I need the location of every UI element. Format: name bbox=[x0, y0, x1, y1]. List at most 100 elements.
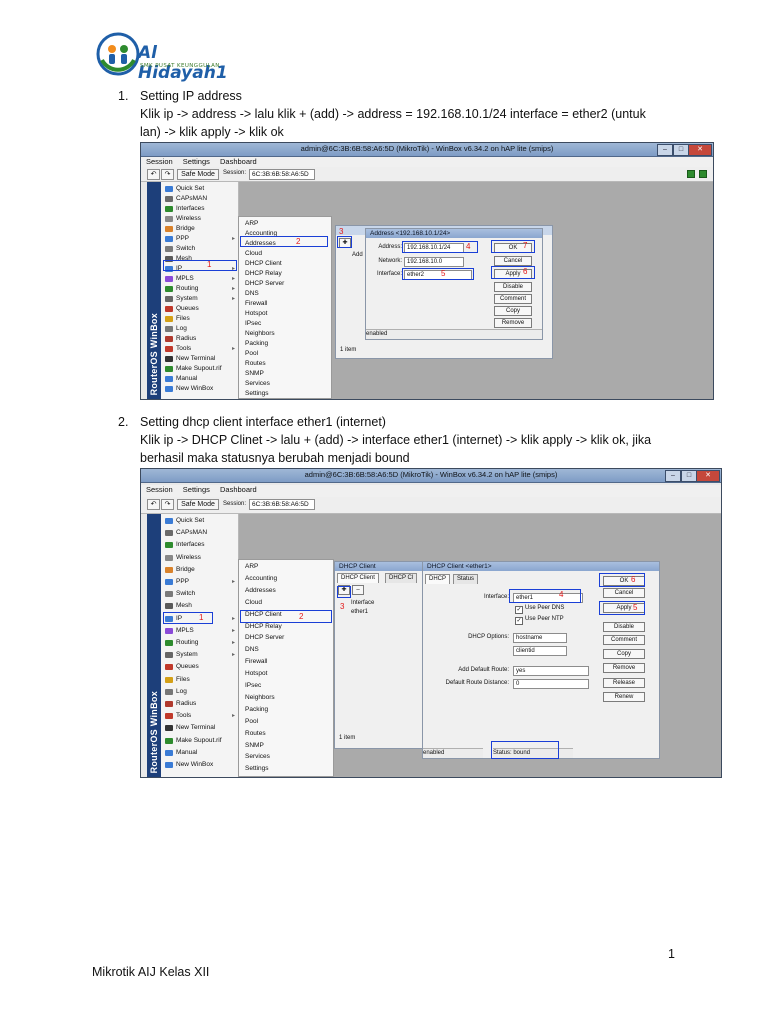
sidebar-item-capsman[interactable]: CAPsMAN bbox=[161, 194, 238, 204]
cancel-button-2[interactable]: Cancel bbox=[603, 588, 645, 598]
sidebar-item-manual[interactable]: Manual bbox=[161, 374, 238, 384]
tab-status[interactable]: Status bbox=[453, 574, 479, 584]
sidebar-item-routing[interactable]: Routing ▸ bbox=[161, 638, 238, 648]
tab-dhcp-client[interactable]: DHCP Client bbox=[337, 573, 379, 583]
close-icon[interactable]: ✕ bbox=[688, 144, 712, 156]
safe-mode-button[interactable]: Safe Mode bbox=[177, 499, 219, 510]
dhcp-option-clientid[interactable]: clientid bbox=[513, 646, 567, 656]
submenu-item-dns[interactable]: DNS bbox=[245, 289, 259, 299]
submenu-item-pool[interactable]: Pool bbox=[245, 349, 258, 359]
menu-settings[interactable]: Settings bbox=[183, 157, 210, 166]
safe-mode-button[interactable]: Safe Mode bbox=[177, 169, 219, 180]
sidebar-item-ppp[interactable]: PPP ▸ bbox=[161, 577, 238, 587]
submenu-item-snmp[interactable]: SNMP bbox=[245, 369, 264, 379]
submenu-item-services[interactable]: Services bbox=[245, 379, 270, 389]
submenu-item-neighbors[interactable]: Neighbors bbox=[245, 693, 275, 703]
sidebar-item-new-terminal[interactable]: New Terminal bbox=[161, 354, 238, 364]
submenu-item-addresses[interactable]: Addresses bbox=[245, 586, 276, 596]
use-peer-ntp-checkbox[interactable]: ✓ bbox=[515, 617, 523, 625]
submenu-item-settings[interactable]: Settings bbox=[245, 764, 269, 774]
submenu-item-neighbors[interactable]: Neighbors bbox=[245, 329, 275, 339]
submenu-item-arp[interactable]: ARP bbox=[245, 562, 258, 572]
tab-dhcp-client-options[interactable]: DHCP Cl bbox=[385, 573, 418, 583]
sidebar-item-system[interactable]: System ▸ bbox=[161, 294, 238, 304]
copy-button[interactable]: Copy bbox=[494, 306, 532, 316]
submenu-item-dhcp-server[interactable]: DHCP Server bbox=[245, 633, 284, 643]
submenu-item-pool[interactable]: Pool bbox=[245, 717, 258, 727]
sidebar-item-interfaces[interactable]: Interfaces bbox=[161, 540, 238, 550]
sidebar-item-make-supout-rif[interactable]: Make Supout.rif bbox=[161, 364, 238, 374]
sidebar-item-wireless[interactable]: Wireless bbox=[161, 214, 238, 224]
submenu-item-snmp[interactable]: SNMP bbox=[245, 741, 264, 751]
disable-button-2[interactable]: Disable bbox=[603, 622, 645, 632]
menu-dashboard[interactable]: Dashboard bbox=[220, 157, 257, 166]
remove-button-2[interactable]: Remove bbox=[603, 663, 645, 673]
submenu-item-settings[interactable]: Settings bbox=[245, 389, 269, 399]
submenu-item-ipsec[interactable]: IPsec bbox=[245, 319, 261, 329]
sidebar-item-capsman[interactable]: CAPsMAN bbox=[161, 528, 238, 538]
comment-button-2[interactable]: Comment bbox=[603, 635, 645, 645]
undo-icon[interactable]: ↶ bbox=[147, 169, 160, 180]
sidebar-item-files[interactable]: Files bbox=[161, 675, 238, 685]
submenu-item-dhcp-client[interactable]: DHCP Client bbox=[245, 259, 282, 269]
submenu-item-routes[interactable]: Routes bbox=[245, 359, 266, 369]
remove-button[interactable]: Remove bbox=[494, 318, 532, 328]
sidebar-item-switch[interactable]: Switch bbox=[161, 244, 238, 254]
sidebar-item-bridge[interactable]: Bridge bbox=[161, 565, 238, 575]
add-default-route-field[interactable]: yes bbox=[513, 666, 589, 676]
sidebar-item-radius[interactable]: Radius bbox=[161, 699, 238, 709]
sidebar-item-mesh[interactable]: Mesh bbox=[161, 601, 238, 611]
submenu-item-firewall[interactable]: Firewall bbox=[245, 657, 267, 667]
sidebar-item-interfaces[interactable]: Interfaces bbox=[161, 204, 238, 214]
redo-icon[interactable]: ↷ bbox=[161, 169, 174, 180]
sidebar-item-log[interactable]: Log bbox=[161, 687, 238, 697]
sidebar-item-system[interactable]: System ▸ bbox=[161, 650, 238, 660]
submenu-item-hotspot[interactable]: Hotspot bbox=[245, 669, 267, 679]
dhcp-option-hostname[interactable]: hostname bbox=[513, 633, 567, 643]
renew-button[interactable]: Renew bbox=[603, 692, 645, 702]
submenu-item-dhcp-server[interactable]: DHCP Server bbox=[245, 279, 284, 289]
submenu-item-dns[interactable]: DNS bbox=[245, 645, 259, 655]
sidebar-item-bridge[interactable]: Bridge bbox=[161, 224, 238, 234]
sidebar-item-ppp[interactable]: PPP ▸ bbox=[161, 234, 238, 244]
sidebar-item-switch[interactable]: Switch bbox=[161, 589, 238, 599]
sidebar-item-tools[interactable]: Tools ▸ bbox=[161, 711, 238, 721]
sidebar-item-quick-set[interactable]: Quick Set bbox=[161, 184, 238, 194]
comment-button[interactable]: Comment bbox=[494, 294, 532, 304]
session-field[interactable]: 6C:3B:6B:58:A6:5D bbox=[249, 499, 315, 510]
submenu-item-services[interactable]: Services bbox=[245, 752, 270, 762]
submenu-item-packing[interactable]: Packing bbox=[245, 339, 268, 349]
copy-button-2[interactable]: Copy bbox=[603, 649, 645, 659]
sidebar-item-mpls[interactable]: MPLS ▸ bbox=[161, 274, 238, 284]
submenu-item-accounting[interactable]: Accounting bbox=[245, 574, 277, 584]
undo-icon[interactable]: ↶ bbox=[147, 499, 160, 510]
sidebar-item-tools[interactable]: Tools ▸ bbox=[161, 344, 238, 354]
submenu-item-routes[interactable]: Routes bbox=[245, 729, 266, 739]
submenu-item-ipsec[interactable]: IPsec bbox=[245, 681, 261, 691]
submenu-item-packing[interactable]: Packing bbox=[245, 705, 268, 715]
submenu-item-cloud[interactable]: Cloud bbox=[245, 598, 262, 608]
sidebar-item-queues[interactable]: Queues bbox=[161, 662, 238, 672]
sidebar-item-manual[interactable]: Manual bbox=[161, 748, 238, 758]
tab-dhcp[interactable]: DHCP bbox=[425, 574, 451, 584]
close-icon[interactable]: ✕ bbox=[696, 470, 720, 482]
submenu-item-cloud[interactable]: Cloud bbox=[245, 249, 262, 259]
cancel-button[interactable]: Cancel bbox=[494, 256, 532, 266]
menu-session[interactable]: Session bbox=[146, 157, 173, 166]
sidebar-item-wireless[interactable]: Wireless bbox=[161, 553, 238, 563]
use-peer-dns-checkbox[interactable]: ✓ bbox=[515, 606, 523, 614]
menu-settings[interactable]: Settings bbox=[183, 485, 210, 494]
disable-button[interactable]: Disable bbox=[494, 282, 532, 292]
sidebar-item-new-winbox[interactable]: New WinBox bbox=[161, 760, 238, 770]
session-field[interactable]: 6C:3B:6B:58:A6:5D bbox=[249, 169, 315, 180]
sidebar-item-new-terminal[interactable]: New Terminal bbox=[161, 723, 238, 733]
sidebar-item-log[interactable]: Log bbox=[161, 324, 238, 334]
sidebar-item-radius[interactable]: Radius bbox=[161, 334, 238, 344]
minimize-icon[interactable]: – bbox=[657, 144, 673, 156]
submenu-item-dhcp-relay[interactable]: DHCP Relay bbox=[245, 269, 282, 279]
redo-icon[interactable]: ↷ bbox=[161, 499, 174, 510]
maximize-icon[interactable]: □ bbox=[673, 144, 689, 156]
sidebar-item-files[interactable]: Files bbox=[161, 314, 238, 324]
sidebar-item-queues[interactable]: Queues bbox=[161, 304, 238, 314]
submenu-item-dhcp-relay[interactable]: DHCP Relay bbox=[245, 622, 282, 632]
